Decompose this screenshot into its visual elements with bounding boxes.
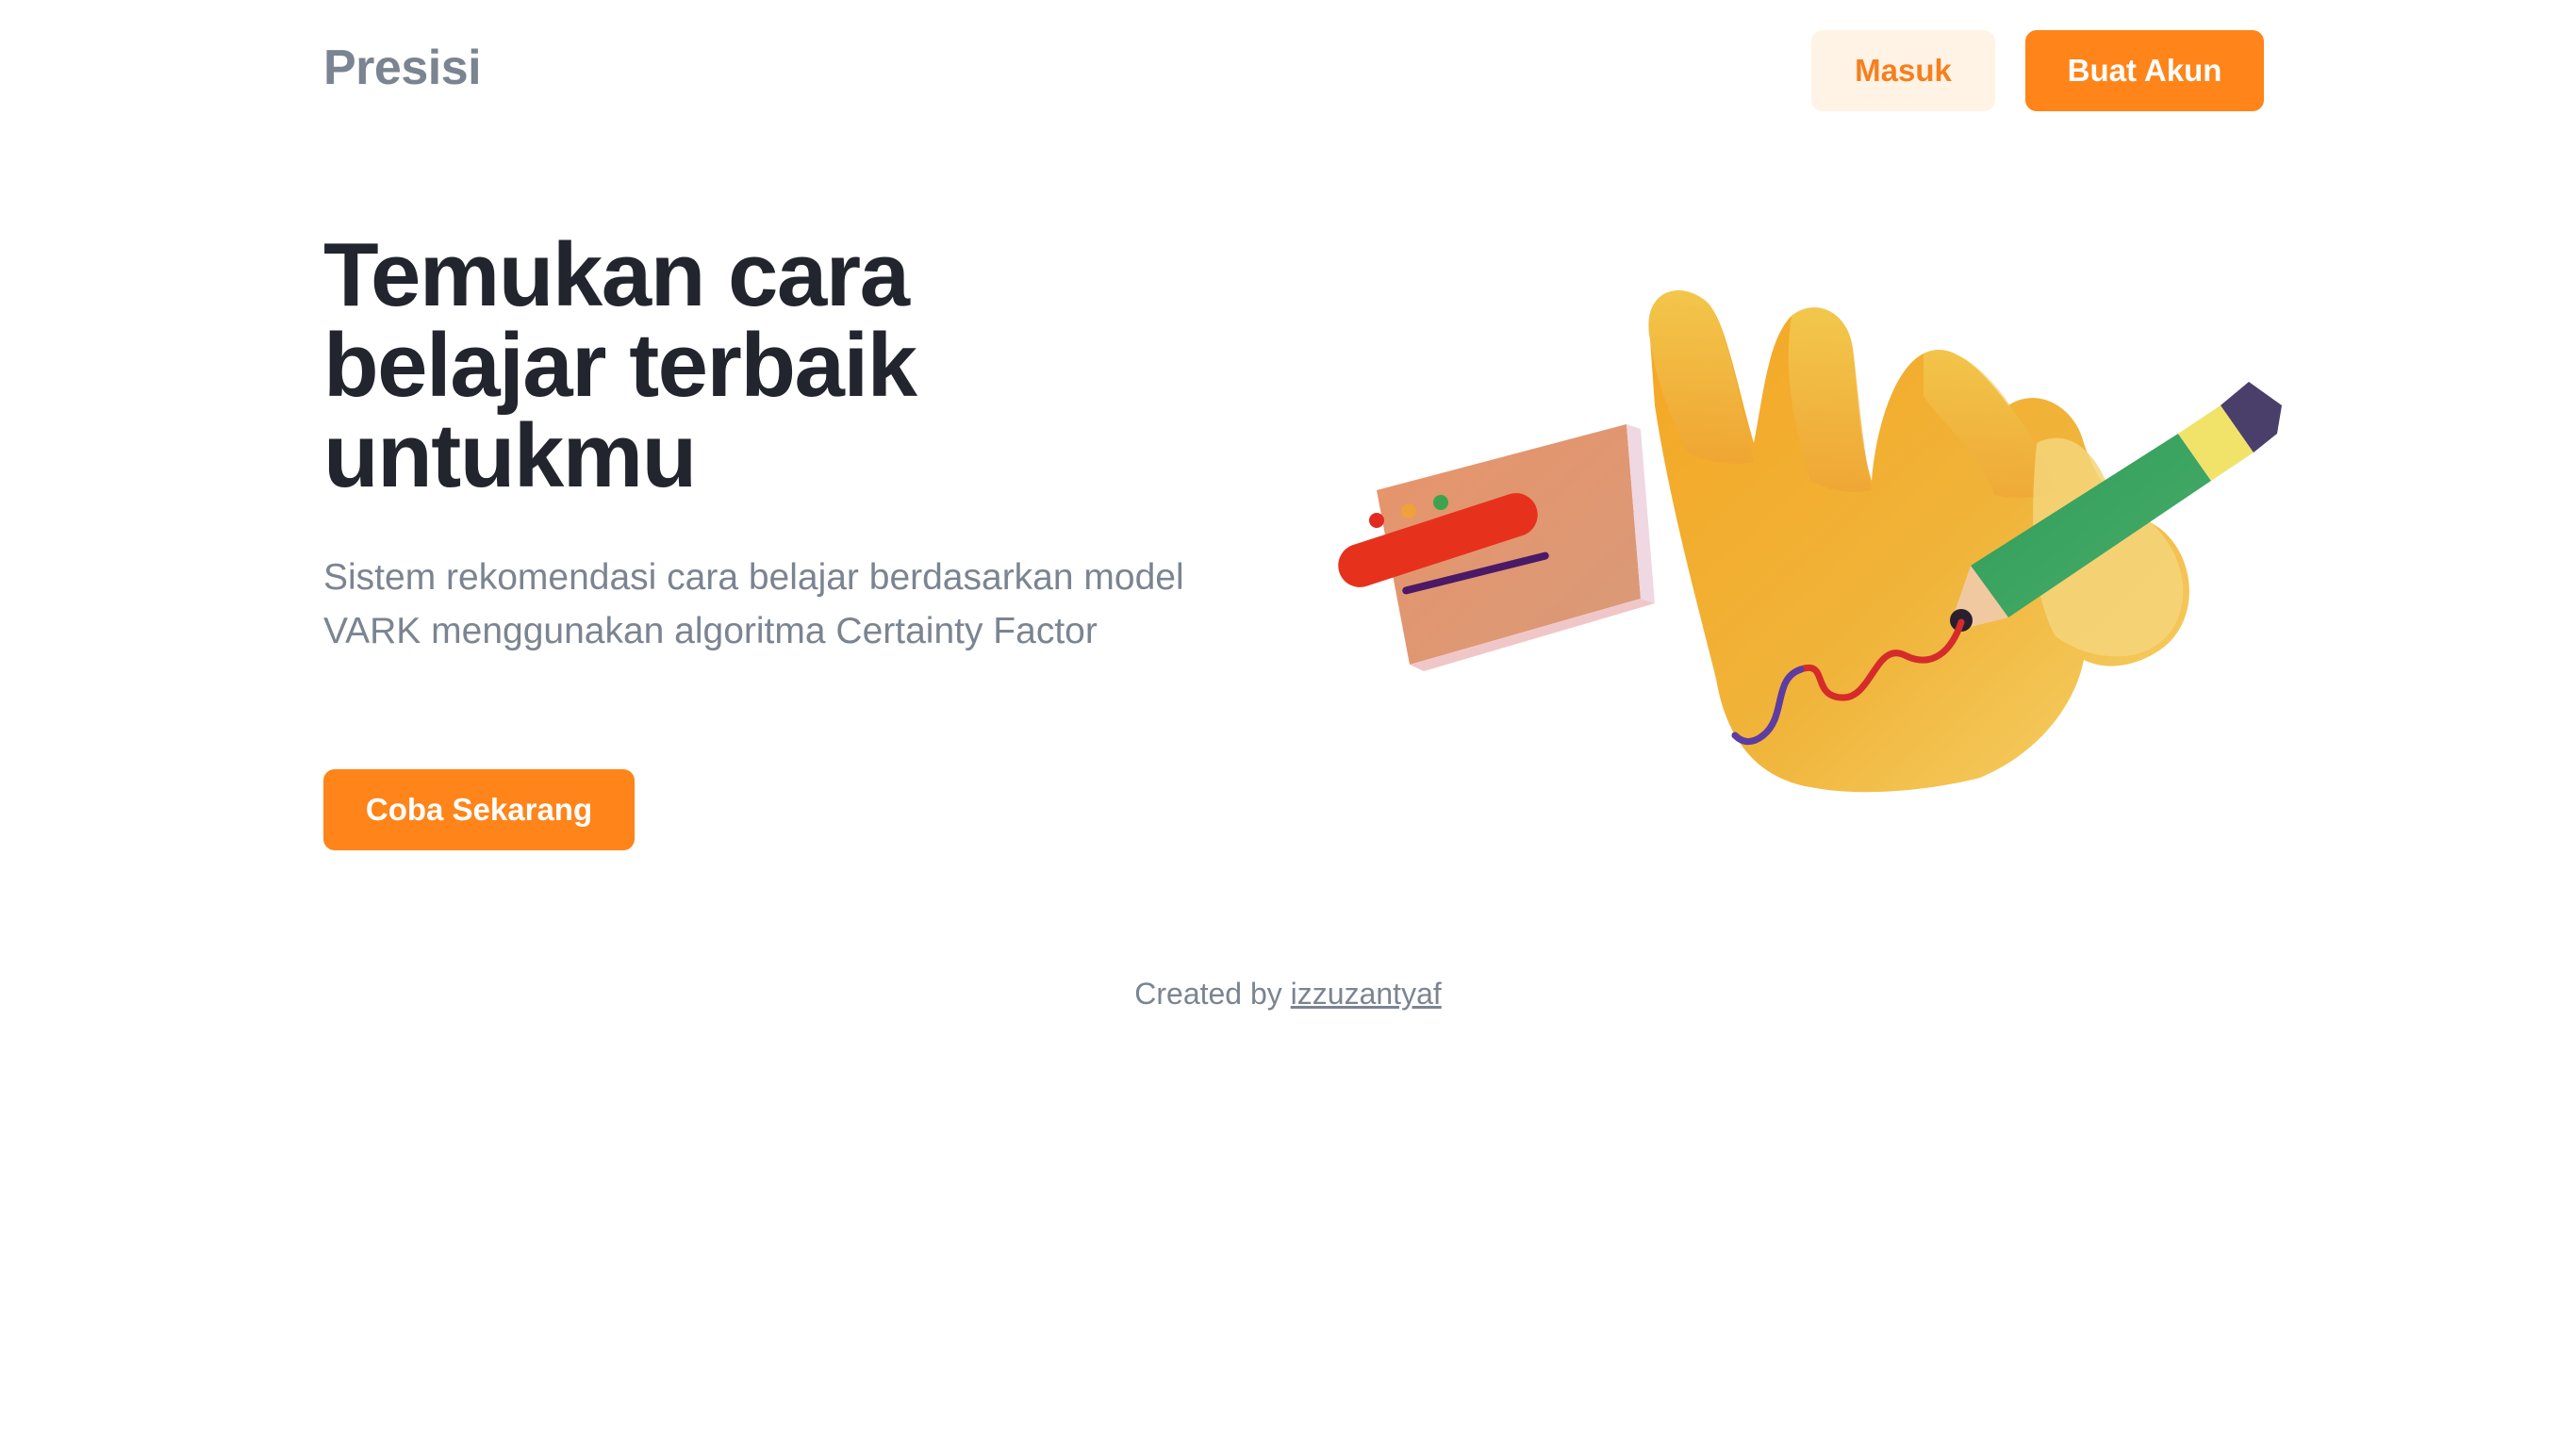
login-button[interactable]: Masuk [1811,30,1995,111]
register-button[interactable]: Buat Akun [2025,30,2264,111]
hero-title: Temukan cara belajar terbaik untukmu [323,230,1172,502]
landing-page: Presisi Masuk Buat Akun Temukan cara bel… [0,0,2576,1448]
hero-title-line-2: belajar terbaik [323,315,917,416]
brand-logo[interactable]: Presisi [323,38,482,98]
try-now-button[interactable]: Coba Sekarang [323,769,635,850]
hero-subtitle: Sistem rekomendasi cara belajar berdasar… [323,557,1184,651]
hand-writing-illustration [1338,290,2282,793]
hero-title-line-3: untukmu [323,405,697,506]
card-illustration [1338,424,1655,671]
footer-prefix: Created by [1134,977,1282,1011]
author-link[interactable]: izzuzantyaf [1291,977,1442,1011]
hero-title-line-1: Temukan cara [323,224,910,325]
footer-credit: Created by izzuzantyaf [0,975,2576,1012]
